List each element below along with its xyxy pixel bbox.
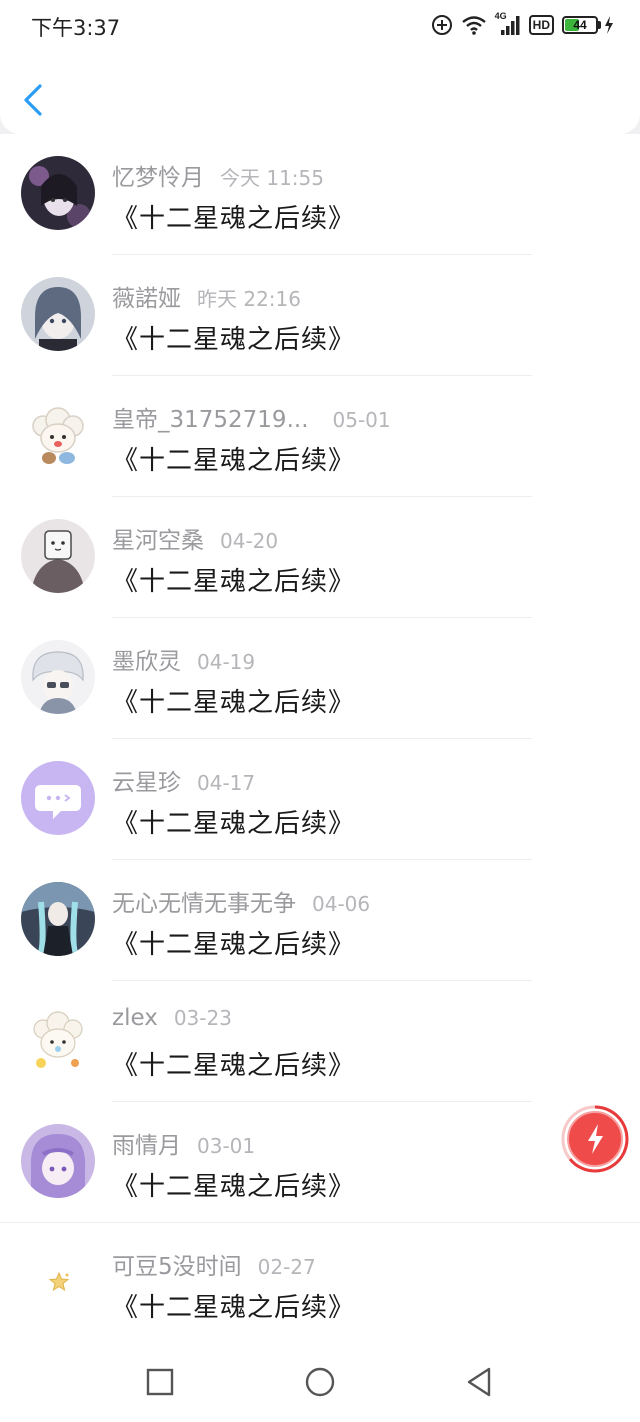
item-meta: 薇諾娅 昨天 22:16 [112, 279, 301, 313]
item-title: 《十二星魂之后续》 [112, 1172, 356, 1202]
avatar[interactable] [21, 519, 95, 593]
item-meta: 墨欣灵 04-19 [112, 642, 255, 676]
item-title: 《十二星魂之后续》 [112, 446, 356, 476]
recents-button[interactable] [142, 1364, 178, 1400]
chat-bubble-avatar-icon [21, 761, 95, 835]
circle-icon [305, 1367, 335, 1397]
avatar[interactable] [21, 640, 95, 714]
top-app-bar [0, 50, 640, 134]
user-avatar-image [21, 156, 95, 230]
avatar[interactable] [21, 882, 95, 956]
list-item[interactable]: 可豆5没时间 02-27 《十二星魂之后续》 [0, 1223, 640, 1340]
item-title: 《十二星魂之后续》 [112, 204, 356, 234]
signal-bars-icon [500, 16, 520, 35]
chevron-left-icon [24, 84, 42, 116]
item-meta: 皇帝_31752719... 05-01 [112, 400, 391, 434]
item-time: 04-06 [312, 892, 371, 916]
cellular-signal: 4G [495, 11, 521, 37]
status-time: 下午3:37 [31, 16, 121, 40]
item-title: 《十二星魂之后续》 [112, 567, 356, 597]
user-avatar-image [21, 519, 95, 593]
lightning-icon [561, 1105, 629, 1173]
item-title: 《十二星魂之后续》 [112, 1293, 356, 1323]
back-button[interactable] [16, 78, 56, 122]
floating-action-button[interactable] [560, 1104, 630, 1174]
sender-name: 星河空桑 [112, 528, 204, 554]
item-time: 02-27 [257, 1255, 316, 1279]
star-avatar-image [21, 1245, 95, 1319]
list-item[interactable]: 薇諾娅 昨天 22:16 《十二星魂之后续》 [0, 255, 640, 376]
list-item[interactable]: 云星珍 04-17 《十二星魂之后续》 [0, 739, 640, 860]
item-title: 《十二星魂之后续》 [112, 325, 356, 355]
item-meta: 云星珍 04-17 [112, 763, 255, 797]
sheep-avatar-image [21, 1003, 95, 1077]
item-time: 05-01 [332, 408, 391, 432]
user-avatar-image [21, 882, 95, 956]
item-time: 今天 11:55 [220, 166, 324, 190]
item-meta: 星河空桑 04-20 [112, 521, 278, 555]
battery-icon: 44 [562, 16, 598, 34]
wifi-icon [461, 16, 486, 35]
item-time: 04-19 [197, 650, 256, 674]
sender-name: 忆梦怜月 [112, 165, 204, 191]
item-title: 《十二星魂之后续》 [112, 930, 356, 960]
avatar[interactable] [21, 1003, 95, 1077]
list-item[interactable]: 墨欣灵 04-19 《十二星魂之后续》 [0, 618, 640, 739]
system-navigation-bar [0, 1340, 640, 1422]
item-title: 《十二星魂之后续》 [112, 688, 356, 718]
item-title: 《十二星魂之后续》 [112, 809, 356, 839]
list-item[interactable]: 星河空桑 04-20 《十二星魂之后续》 [0, 497, 640, 618]
list-item[interactable]: 忆梦怜月 今天 11:55 《十二星魂之后续》 [0, 134, 640, 255]
sender-name: 墨欣灵 [112, 649, 181, 675]
sender-name: 云星珍 [112, 770, 181, 796]
battery-cap [598, 21, 601, 29]
sender-name: zlex [112, 1005, 158, 1031]
battery-percent: 44 [573, 18, 587, 32]
item-time: 04-20 [220, 529, 279, 553]
item-meta: 雨情月 03-01 [112, 1126, 255, 1160]
item-meta: 可豆5没时间 02-27 [112, 1247, 316, 1281]
avatar[interactable] [21, 1245, 95, 1319]
avatar[interactable] [21, 761, 95, 835]
message-list: 忆梦怜月 今天 11:55 《十二星魂之后续》 薇諾娅 昨天 22:16 《十二星魂… [0, 134, 640, 1340]
battery-indicator: 44 [562, 16, 614, 34]
item-title: 《十二星魂之后续》 [112, 1051, 356, 1081]
list-item[interactable]: 无心无情无事无争 04-06 《十二星魂之后续》 [0, 860, 640, 981]
square-icon [146, 1368, 174, 1396]
user-avatar-image [21, 640, 95, 714]
data-saver-icon [431, 15, 452, 35]
sender-name: 可豆5没时间 [112, 1254, 242, 1280]
avatar[interactable] [21, 1124, 95, 1198]
status-icons: 4G HD 44 [431, 10, 614, 40]
list-item[interactable]: 雨情月 03-01 《十二星魂之后续》 [0, 1102, 640, 1223]
list-item[interactable]: 皇帝_31752719... 05-01 《十二星魂之后续》 [0, 376, 640, 497]
home-button[interactable] [302, 1364, 338, 1400]
triangle-back-icon [467, 1367, 491, 1397]
sender-name: 无心无情无事无争 [112, 891, 296, 917]
hd-badge: HD [528, 15, 554, 35]
status-bar: 下午3:37 4G HD 44 [0, 0, 640, 50]
charging-bolt-icon [605, 16, 613, 34]
list-item[interactable]: zlex 03-23 《十二星魂之后续》 [0, 981, 640, 1102]
item-time: 03-23 [173, 1006, 232, 1030]
sender-name: 皇帝_31752719... [112, 407, 309, 433]
sheep-avatar-image [21, 398, 95, 472]
item-meta: 无心无情无事无争 04-06 [112, 884, 370, 918]
item-time: 04-17 [197, 771, 256, 795]
item-time: 03-01 [197, 1134, 256, 1158]
item-meta: zlex 03-23 [112, 1005, 232, 1031]
sender-name: 雨情月 [112, 1133, 181, 1159]
item-meta: 忆梦怜月 今天 11:55 [112, 158, 324, 192]
avatar[interactable] [21, 156, 95, 230]
item-time: 昨天 22:16 [197, 287, 301, 311]
avatar[interactable] [21, 277, 95, 351]
system-back-button[interactable] [462, 1364, 498, 1400]
avatar[interactable] [21, 398, 95, 472]
sender-name: 薇諾娅 [112, 286, 181, 312]
user-avatar-image [21, 1124, 95, 1198]
user-avatar-image [21, 277, 95, 351]
